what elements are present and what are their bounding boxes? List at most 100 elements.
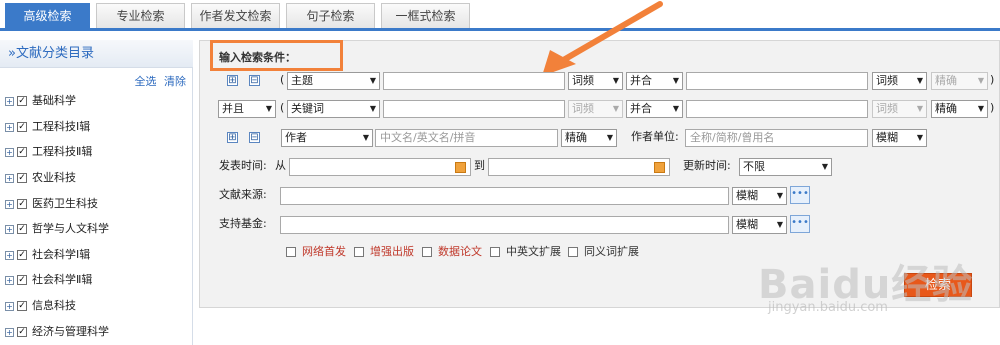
author-name-input[interactable]: 中文名/英文名/拼音 xyxy=(375,129,558,147)
option-label: 中英文扩展 xyxy=(506,245,561,258)
date-to-input[interactable] xyxy=(488,158,670,176)
category-label: 基础科学 xyxy=(32,94,76,107)
highlight-box xyxy=(210,40,343,71)
match-select-2[interactable]: 精确 xyxy=(931,100,988,118)
date-from-input[interactable] xyxy=(289,158,471,176)
expand-icon[interactable]: + xyxy=(5,96,14,106)
tab-bar: 高级检索 专业检索 作者发文检索 句子检索 一框式检索 xyxy=(0,0,1000,31)
frequency-select-1[interactable]: 词频 xyxy=(568,72,623,90)
option-enhanced-publish[interactable]: 增强出版 xyxy=(354,245,414,259)
category-item[interactable]: + ✓ 经济与管理科学 xyxy=(5,324,109,340)
checkbox-icon[interactable] xyxy=(490,247,500,257)
category-label: 医药卫生科技 xyxy=(32,197,98,210)
match-select-1[interactable]: 精确 xyxy=(931,72,988,90)
expand-icon[interactable]: + xyxy=(5,199,14,209)
expand-icon[interactable]: + xyxy=(5,301,14,311)
update-time-select[interactable]: 不限 xyxy=(739,158,832,176)
option-data-paper[interactable]: 数据论文 xyxy=(422,245,482,259)
category-item[interactable]: + ✓ 社会科学Ⅰ辑 xyxy=(5,247,90,263)
calendar-icon[interactable] xyxy=(455,162,466,173)
sidebar-actions: 全选 清除 xyxy=(131,73,187,89)
category-item[interactable]: + ✓ 医药卫生科技 xyxy=(5,196,98,212)
from-label: 从 xyxy=(275,159,286,172)
expand-icon[interactable]: + xyxy=(5,173,14,183)
add-author-icon[interactable]: ⊞ xyxy=(227,132,238,143)
category-item[interactable]: + ✓ 社会科学Ⅱ辑 xyxy=(5,272,92,288)
checkbox-icon[interactable]: ✓ xyxy=(17,250,27,260)
author-field-select[interactable]: 作者 xyxy=(281,129,373,147)
remove-author-icon[interactable]: ⊟ xyxy=(249,132,260,143)
checkbox-icon[interactable] xyxy=(354,247,364,257)
checkbox-icon[interactable]: ✓ xyxy=(17,224,27,234)
field-select-2[interactable]: 关键词 xyxy=(287,100,380,118)
checkbox-icon[interactable]: ✓ xyxy=(17,96,27,106)
clear-link[interactable]: 清除 xyxy=(164,75,186,88)
logic-select-2[interactable]: 并且 xyxy=(218,100,276,118)
expand-icon[interactable]: + xyxy=(5,275,14,285)
checkbox-icon[interactable]: ✓ xyxy=(17,275,27,285)
checkbox-icon[interactable]: ✓ xyxy=(17,173,27,183)
option-online-first[interactable]: 网络首发 xyxy=(286,245,346,259)
category-label: 社会科学Ⅰ辑 xyxy=(32,248,91,261)
checkbox-icon[interactable]: ✓ xyxy=(17,122,27,132)
expand-icon[interactable]: + xyxy=(5,327,14,337)
keyword-input-1b[interactable] xyxy=(686,72,868,90)
category-item[interactable]: + ✓ 基础科学 xyxy=(5,93,76,109)
frequency-select-2b[interactable]: 词频 xyxy=(872,100,927,118)
category-item[interactable]: + ✓ 哲学与人文科学 xyxy=(5,221,109,237)
expand-icon[interactable]: + xyxy=(5,147,14,157)
checkbox-icon[interactable]: ✓ xyxy=(17,147,27,157)
category-label: 哲学与人文科学 xyxy=(32,222,109,235)
keyword-input-2[interactable] xyxy=(383,100,565,118)
operator-select-2[interactable]: 并合 xyxy=(626,100,683,118)
option-cn-en-expand[interactable]: 中英文扩展 xyxy=(490,245,561,259)
checkbox-icon[interactable] xyxy=(286,247,296,257)
source-input[interactable] xyxy=(280,187,729,205)
category-item[interactable]: + ✓ 信息科技 xyxy=(5,298,76,314)
operator-select-1[interactable]: 并合 xyxy=(626,72,683,90)
checkbox-icon[interactable]: ✓ xyxy=(17,327,27,337)
source-more-button[interactable]: ••• xyxy=(790,186,810,204)
paren-open: ( xyxy=(280,73,285,86)
checkbox-icon[interactable] xyxy=(422,247,432,257)
update-time-label: 更新时间: xyxy=(683,159,731,172)
fund-more-button[interactable]: ••• xyxy=(790,215,810,233)
checkbox-icon[interactable]: ✓ xyxy=(17,301,27,311)
option-label: 增强出版 xyxy=(370,245,414,258)
tab-professional-search[interactable]: 专业检索 xyxy=(96,3,185,28)
author-match-select[interactable]: 精确 xyxy=(561,129,617,147)
checkbox-icon[interactable] xyxy=(568,247,578,257)
tab-one-box-search[interactable]: 一框式检索 xyxy=(381,3,470,28)
fund-input[interactable] xyxy=(280,216,729,234)
expand-icon[interactable]: + xyxy=(5,224,14,234)
fund-match-select[interactable]: 模糊 xyxy=(732,216,787,234)
field-select-1[interactable]: 主题 xyxy=(287,72,380,90)
frequency-select-1b[interactable]: 词频 xyxy=(872,72,927,90)
category-label: 工程科技Ⅰ辑 xyxy=(32,120,91,133)
fund-label: 支持基金: xyxy=(219,217,267,230)
unit-match-select[interactable]: 模糊 xyxy=(872,129,927,147)
keyword-input-1[interactable] xyxy=(383,72,565,90)
publish-time-label: 发表时间: xyxy=(219,159,267,172)
tab-sentence-search[interactable]: 句子检索 xyxy=(286,3,375,28)
category-item[interactable]: + ✓ 农业科技 xyxy=(5,170,76,186)
expand-icon[interactable]: + xyxy=(5,122,14,132)
option-label: 同义词扩展 xyxy=(584,245,639,258)
paren-close: ) xyxy=(990,101,995,114)
select-all-link[interactable]: 全选 xyxy=(135,75,157,88)
calendar-icon[interactable] xyxy=(654,162,665,173)
add-row-icon[interactable]: ⊞ xyxy=(227,75,238,86)
keyword-input-2b[interactable] xyxy=(686,100,868,118)
category-item[interactable]: + ✓ 工程科技Ⅱ辑 xyxy=(5,144,92,160)
tab-advanced-search[interactable]: 高级检索 xyxy=(5,3,90,31)
remove-row-icon[interactable]: ⊟ xyxy=(249,75,260,86)
checkbox-icon[interactable]: ✓ xyxy=(17,199,27,209)
expand-icon[interactable]: + xyxy=(5,250,14,260)
tab-author-search[interactable]: 作者发文检索 xyxy=(191,3,280,28)
category-label: 社会科学Ⅱ辑 xyxy=(32,273,93,286)
author-unit-input[interactable]: 全称/简称/曾用名 xyxy=(685,129,868,147)
option-synonym-expand[interactable]: 同义词扩展 xyxy=(568,245,639,259)
category-item[interactable]: + ✓ 工程科技Ⅰ辑 xyxy=(5,119,90,135)
frequency-select-2[interactable]: 词频 xyxy=(568,100,623,118)
source-match-select[interactable]: 模糊 xyxy=(732,187,787,205)
